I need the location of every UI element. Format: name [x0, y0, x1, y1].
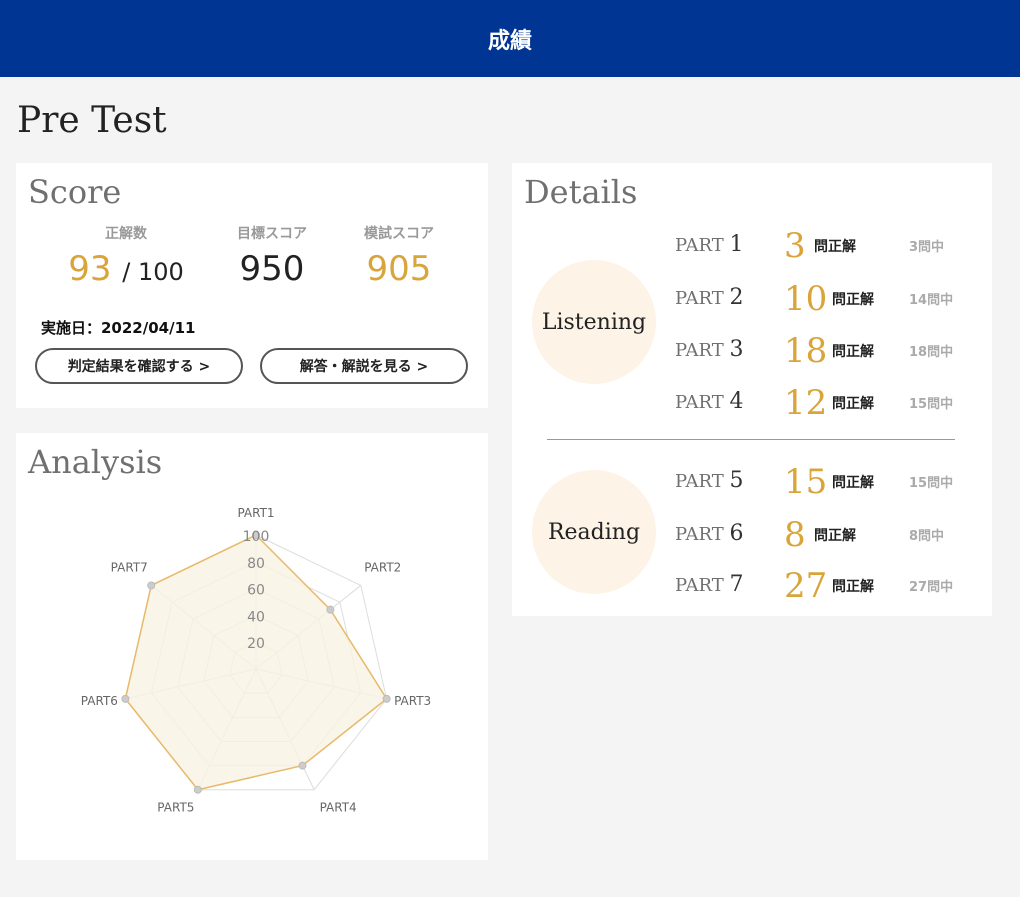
- radar-point: [147, 581, 156, 590]
- page-title: Pre Test: [17, 100, 167, 141]
- target-score-value: 950: [239, 249, 305, 289]
- radar-category-label: PART6: [81, 694, 118, 708]
- radar-category-label: PART1: [237, 506, 274, 520]
- view-answers-button[interactable]: 解答・解説を見る >: [260, 348, 468, 384]
- score-card: Score 正解数 93 / 100 目標スコア 950 模試スコア 905 実…: [16, 163, 488, 408]
- part-row: PART 2 10 問正解 14問中: [512, 279, 992, 319]
- part-number: 7: [729, 572, 744, 597]
- part-total: 3問中: [909, 240, 945, 255]
- part-row: PART 4 12 問正解 15問中: [512, 383, 992, 423]
- correct-count-total: / 100: [122, 258, 184, 286]
- part-row: PART 1 3 問正解 3問中: [512, 226, 992, 266]
- radar-point: [382, 694, 391, 703]
- part-correct-count: 12: [784, 383, 828, 423]
- part-row: PART 7 27 問正解 27問中: [512, 566, 992, 606]
- part-number: 5: [729, 468, 744, 493]
- details-title: Details: [524, 173, 638, 211]
- part-correct-suffix: 問正解: [832, 396, 874, 412]
- part-total: 27問中: [909, 580, 954, 595]
- mock-score: 模試スコア 905: [329, 223, 469, 289]
- radar-category-label: PART7: [111, 560, 148, 574]
- part-total: 15問中: [909, 397, 954, 412]
- part-correct-suffix: 問正解: [832, 344, 874, 360]
- part-number: 1: [729, 232, 744, 257]
- correct-count-value: 93: [68, 249, 112, 289]
- part-correct-suffix: 問正解: [814, 239, 856, 255]
- part-name: PART 7: [675, 572, 743, 597]
- part-name: PART 5: [675, 468, 743, 493]
- exam-date: 実施日：2022/04/11: [41, 319, 196, 337]
- radar-point: [298, 761, 307, 770]
- radar-tick-label: 80: [247, 556, 265, 572]
- part-total: 18問中: [909, 345, 954, 360]
- part-prefix: PART: [675, 575, 724, 596]
- radar-tick-label: 40: [247, 609, 265, 625]
- part-prefix: PART: [675, 340, 724, 361]
- section-divider: [547, 439, 955, 440]
- part-total: 14問中: [909, 293, 954, 308]
- part-correct-suffix: 問正解: [814, 528, 856, 544]
- analysis-card: Analysis 20 40 60 80 100 PART1 PART2 PART3 PART4…: [16, 433, 488, 860]
- radar-point: [326, 605, 335, 614]
- part-correct-suffix: 問正解: [832, 292, 874, 308]
- part-row: PART 3 18 問正解 18問中: [512, 331, 992, 371]
- score-title: Score: [28, 173, 122, 211]
- part-total: 8問中: [909, 529, 945, 544]
- part-prefix: PART: [675, 392, 724, 413]
- radar-tick-label: 20: [247, 636, 265, 652]
- part-name: PART 2: [675, 285, 743, 310]
- part-number: 3: [729, 337, 744, 362]
- part-correct-count: 3: [784, 226, 806, 266]
- part-name: PART 4: [675, 389, 743, 414]
- correct-count: 正解数 93 / 100: [56, 223, 196, 289]
- part-total: 15問中: [909, 476, 954, 491]
- target-score: 目標スコア 950: [202, 223, 342, 289]
- part-prefix: PART: [675, 288, 724, 309]
- radar-tick-label: 60: [247, 583, 265, 599]
- radar-category-label: PART4: [320, 801, 357, 815]
- part-row: PART 5 15 問正解 15問中: [512, 462, 992, 502]
- radar-point: [121, 694, 130, 703]
- details-card: Details Listening Reading PART 1 3 問正解 3問中 P…: [512, 163, 992, 616]
- part-correct-suffix: 問正解: [832, 475, 874, 491]
- radar-category-label: PART5: [157, 801, 194, 815]
- target-score-label: 目標スコア: [237, 226, 307, 242]
- radar-category-label: PART3: [394, 694, 431, 708]
- part-correct-count: 15: [784, 462, 828, 502]
- header-bar: 成績: [0, 0, 1020, 77]
- part-prefix: PART: [675, 524, 724, 545]
- part-prefix: PART: [675, 471, 724, 492]
- part-number: 6: [729, 521, 744, 546]
- part-correct-count: 10: [784, 279, 828, 319]
- mock-score-value: 905: [366, 249, 432, 289]
- part-correct-suffix: 問正解: [832, 579, 874, 595]
- part-name: PART 3: [675, 337, 743, 362]
- mock-score-label: 模試スコア: [364, 226, 434, 242]
- radar-tick-label: 100: [243, 529, 270, 545]
- radar-category-label: PART2: [364, 560, 401, 574]
- radar-point: [193, 785, 202, 794]
- part-number: 2: [729, 285, 744, 310]
- judge-result-button[interactable]: 判定結果を確認する >: [35, 348, 243, 384]
- part-name: PART 6: [675, 521, 743, 546]
- header-title: 成績: [487, 28, 532, 54]
- part-correct-count: 8: [784, 515, 806, 555]
- radar-series-area: [124, 534, 388, 791]
- part-row: PART 6 8 問正解 8問中: [512, 515, 992, 555]
- part-prefix: PART: [675, 235, 724, 256]
- part-correct-count: 27: [784, 566, 828, 606]
- correct-count-label: 正解数: [105, 226, 147, 242]
- part-name: PART 1: [675, 232, 743, 257]
- radar-chart: 20 40 60 80 100 PART1 PART2 PART3 PART4 PART5 PART…: [81, 506, 431, 815]
- part-correct-count: 18: [784, 331, 828, 371]
- part-number: 4: [729, 389, 744, 414]
